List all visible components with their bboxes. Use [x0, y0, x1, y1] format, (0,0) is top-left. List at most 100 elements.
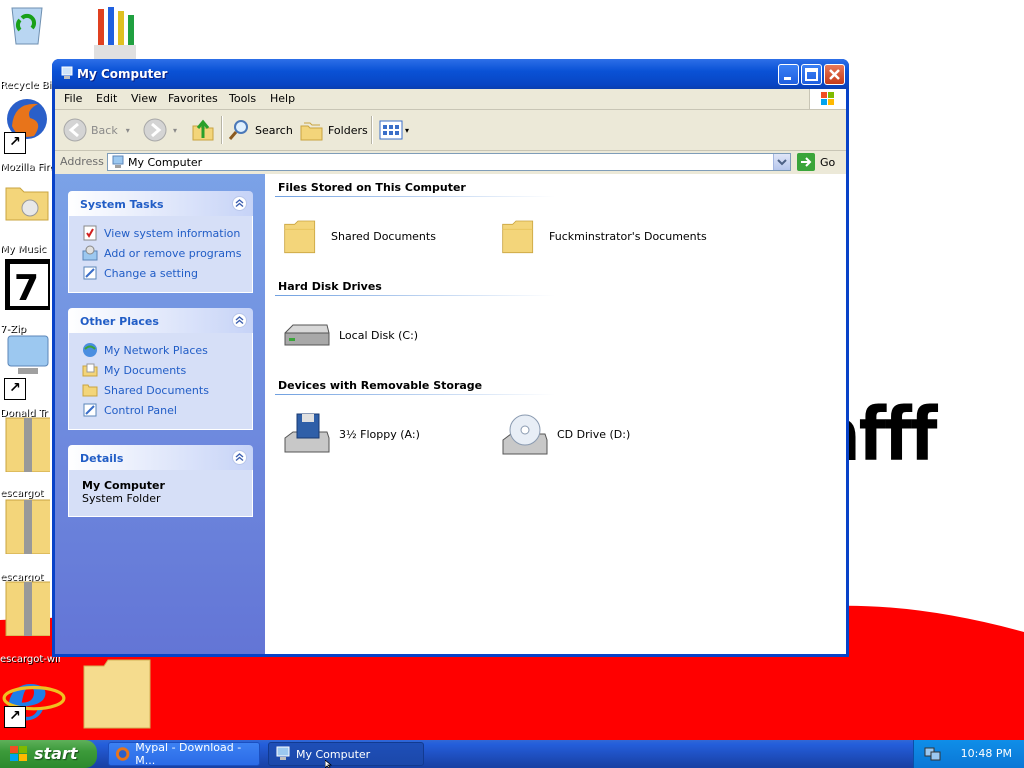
up-folder-button[interactable]	[191, 118, 215, 142]
cd-drive-icon	[502, 414, 548, 455]
other-places-body: My Network Places My Documents Shared Do…	[68, 333, 253, 430]
desktop-icon-internet-explorer[interactable]: e ↗	[0, 662, 66, 738]
network-places-icon	[83, 343, 97, 357]
shared-documents-item[interactable]: Shared Documents	[283, 214, 436, 258]
forward-button[interactable]: ▾	[143, 118, 177, 142]
folder-icon[interactable]	[82, 658, 152, 730]
folder-icon	[82, 384, 98, 397]
views-dropdown-icon[interactable]: ▾	[405, 126, 409, 135]
mypal-icon	[115, 747, 130, 761]
desktop-icon-firefox[interactable]: ↗ Mozilla Firefox	[0, 96, 60, 176]
address-dropdown-button[interactable]	[773, 154, 790, 170]
menu-edit[interactable]: Edit	[96, 92, 117, 105]
group-divider	[275, 394, 555, 395]
back-arrow-icon	[63, 118, 87, 142]
desktop-icon-label: My Music	[0, 244, 47, 255]
zip-folder-icon	[5, 581, 50, 636]
menu-view[interactable]: View	[131, 92, 157, 105]
menu-file[interactable]: File	[64, 92, 82, 105]
shortcut-arrow-icon: ↗	[4, 132, 26, 154]
up-folder-icon	[192, 119, 214, 141]
desktop-icon-label: Mozilla Firefox	[0, 162, 60, 173]
desktop-icon-recycle-bin[interactable]: Recycle Bin	[0, 0, 60, 92]
task-my-computer[interactable]: My Computer	[268, 742, 424, 766]
desktop-icon-7zip[interactable]: 7 7-Zip	[0, 258, 60, 335]
paint-brushes-icon[interactable]	[92, 5, 140, 61]
address-value: My Computer	[128, 156, 203, 169]
menu-tools[interactable]: Tools	[229, 92, 256, 105]
link-label: Add or remove programs	[104, 246, 242, 260]
my-network-places-link[interactable]: My Network Places	[82, 342, 208, 358]
close-icon	[829, 69, 840, 80]
add-remove-programs-link[interactable]: Add or remove programs	[82, 245, 242, 261]
collapse-icon[interactable]	[232, 313, 247, 328]
task-mypal[interactable]: Mypal - Download - M...	[108, 741, 260, 767]
group-divider	[275, 295, 555, 296]
system-tray: 10:48 PM	[913, 740, 1024, 768]
svg-text:7: 7	[14, 268, 39, 309]
toolbar-separator	[221, 116, 223, 144]
search-button[interactable]: Search	[227, 118, 293, 142]
user-documents-item[interactable]: Fuckminstrator's Documents	[501, 214, 707, 258]
change-setting-link[interactable]: Change a setting	[82, 265, 198, 281]
zip-folder-icon	[5, 499, 50, 554]
view-system-information-link[interactable]: View system information	[82, 225, 240, 241]
windows-logo-icon	[809, 89, 846, 109]
other-places-title: Other Places	[80, 315, 159, 328]
add-remove-programs-icon	[82, 245, 98, 261]
address-field[interactable]: My Computer	[107, 153, 791, 171]
back-dropdown-icon[interactable]: ▾	[126, 126, 130, 135]
control-panel-link[interactable]: Control Panel	[82, 402, 177, 418]
toolbar: Back ▾ ▾ Search Folders ▾	[55, 110, 846, 151]
system-tasks-body: View system information Add or remove pr…	[68, 216, 253, 293]
desktop-icon-label: Recycle Bin	[0, 80, 58, 91]
go-button[interactable]: Go	[797, 153, 835, 171]
search-icon	[228, 120, 248, 140]
window-title-bar[interactable]: My Computer	[52, 59, 849, 89]
clock[interactable]: 10:48 PM	[961, 747, 1012, 760]
cd-drive-d-item[interactable]: CD Drive (D:)	[501, 412, 630, 456]
back-button[interactable]: Back ▾	[63, 118, 130, 142]
taskbar: start Mypal - Download - M... My Compute…	[0, 740, 1024, 768]
desktop-icon-my-music[interactable]: My Music	[0, 178, 60, 258]
item-label: Local Disk (C:)	[339, 328, 419, 342]
desktop-icon-escargot-win[interactable]: escargot-win	[0, 580, 60, 666]
floppy-drive-icon	[284, 413, 330, 453]
folders-button[interactable]: Folders	[300, 118, 368, 142]
details-header[interactable]: Details	[68, 445, 253, 470]
shared-documents-link[interactable]: Shared Documents	[82, 382, 209, 398]
close-button[interactable]	[824, 64, 845, 85]
other-places-header[interactable]: Other Places	[68, 308, 253, 333]
details-name: My Computer	[82, 479, 165, 492]
views-button[interactable]: ▾	[379, 118, 409, 142]
seven-zip-icon: 7	[5, 259, 50, 310]
menu-help[interactable]: Help	[270, 92, 295, 105]
desktop-icon-escargot-1[interactable]: escargot	[0, 416, 60, 500]
system-tasks-header[interactable]: System Tasks	[68, 191, 253, 216]
folder-icon	[502, 220, 534, 254]
link-label: Shared Documents	[104, 383, 209, 397]
group-heading-removable: Devices with Removable Storage	[278, 379, 483, 392]
my-computer-icon	[61, 66, 73, 79]
collapse-icon[interactable]	[232, 196, 247, 211]
menu-bar: File Edit View Favorites Tools Help	[55, 89, 846, 110]
maximize-button[interactable]	[801, 64, 822, 85]
start-button[interactable]: start	[0, 740, 97, 768]
forward-dropdown-icon[interactable]: ▾	[173, 126, 177, 135]
desktop-icon-escargot-2[interactable]: escargot	[0, 498, 60, 583]
desktop-icon-donald[interactable]: ↗ Donald Tr	[0, 332, 60, 419]
my-documents-link[interactable]: My Documents	[82, 362, 186, 378]
minimize-button[interactable]	[778, 64, 799, 85]
task-label: Mypal - Download - M...	[135, 741, 242, 767]
menu-favorites[interactable]: Favorites	[168, 92, 218, 105]
collapse-icon[interactable]	[232, 450, 247, 465]
go-label: Go	[820, 155, 836, 169]
music-folder-icon	[5, 187, 49, 221]
start-label: start	[34, 744, 78, 763]
chevron-down-icon	[777, 159, 787, 166]
floppy-a-item[interactable]: 3½ Floppy (A:)	[283, 412, 420, 456]
network-tray-icon[interactable]	[924, 745, 942, 763]
task-pane: System Tasks View system information Add…	[55, 174, 265, 654]
content-pane: Files Stored on This Computer Shared Doc…	[265, 174, 846, 654]
local-disk-c-item[interactable]: Local Disk (C:)	[283, 313, 418, 357]
